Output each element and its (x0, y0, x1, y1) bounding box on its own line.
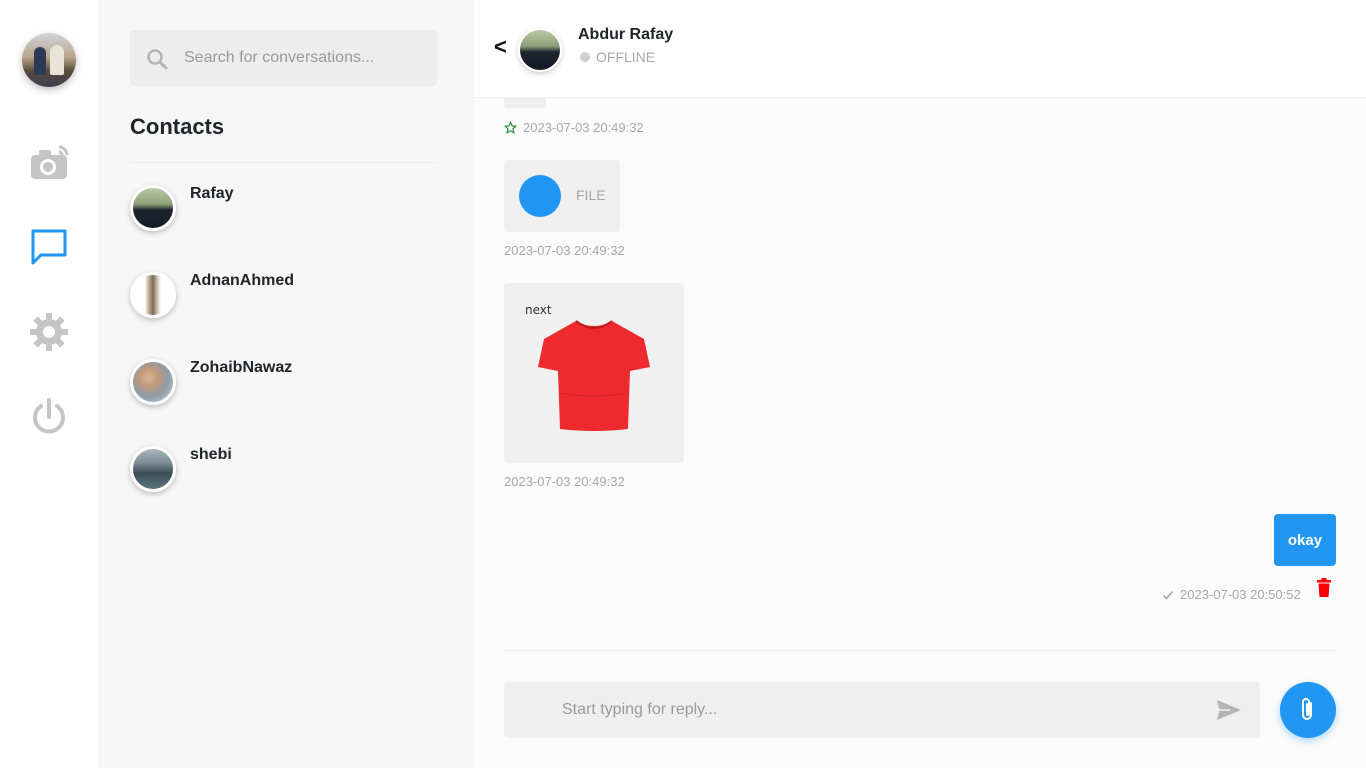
chat-panel: < Abdur Rafay OFFLINE 2023-07-03 20:49:3… (474, 0, 1366, 768)
message-timestamp: 2023-07-03 20:50:52 (1162, 587, 1301, 602)
reply-input[interactable] (562, 682, 1182, 738)
sent-message-bubble: okay (1274, 514, 1336, 566)
chat-contact-status: OFFLINE (580, 49, 655, 65)
avatar-figure (50, 45, 64, 75)
contact-avatar (130, 185, 176, 231)
divider (130, 162, 437, 163)
timestamp-text: 2023-07-03 20:50:52 (1180, 587, 1301, 602)
contact-item[interactable]: Rafay (130, 185, 437, 255)
gear-icon (30, 313, 68, 351)
message-timestamp: 2023-07-03 20:49:32 (504, 243, 625, 258)
contact-name: shebi (190, 446, 232, 463)
contact-name: AdnanAhmed (190, 272, 294, 289)
search-input[interactable] (184, 30, 424, 86)
reply-composer (504, 682, 1260, 738)
chat-header: < Abdur Rafay OFFLINE (474, 0, 1366, 98)
tshirt-image (538, 320, 650, 431)
contact-item[interactable]: AdnanAhmed (130, 272, 437, 342)
power-icon (33, 398, 65, 434)
attach-button[interactable] (1280, 682, 1336, 738)
nav-logout[interactable] (28, 396, 70, 438)
chat-contact-name: Abdur Rafay (578, 26, 674, 43)
left-nav-rail (0, 0, 98, 768)
star-icon (504, 121, 517, 134)
contact-item[interactable]: ZohaibNawaz (130, 359, 437, 429)
contacts-heading: Contacts (130, 114, 225, 139)
contact-avatar (130, 446, 176, 492)
message-timestamp: 2023-07-03 20:49:32 (504, 474, 625, 489)
search-icon (147, 49, 168, 70)
message-bubble (504, 98, 546, 108)
profile-avatar[interactable] (22, 33, 76, 87)
nav-chats[interactable] (28, 226, 70, 268)
contact-item[interactable]: shebi (130, 446, 437, 516)
chat-contact-avatar (518, 28, 562, 72)
camera-icon (31, 145, 69, 179)
nav-camera[interactable] (28, 142, 70, 184)
check-icon (1162, 590, 1174, 600)
timestamp-text: 2023-07-03 20:49:32 (504, 243, 625, 258)
send-icon[interactable] (1216, 699, 1242, 721)
contact-name: Rafay (190, 185, 234, 202)
image-message[interactable]: next (504, 283, 684, 463)
timestamp-text: 2023-07-03 20:49:32 (523, 120, 644, 135)
status-dot (580, 52, 590, 62)
chat-bubble-icon (31, 229, 67, 265)
divider (504, 650, 1336, 651)
search-bar (130, 30, 437, 86)
file-message[interactable]: FILE (504, 160, 620, 232)
status-text: OFFLINE (596, 49, 656, 65)
file-icon (519, 175, 561, 217)
back-button[interactable]: < (494, 34, 507, 60)
nav-settings[interactable] (28, 311, 70, 353)
paperclip-icon (1302, 698, 1312, 720)
contacts-panel: Contacts Rafay AdnanAhmed ZohaibNawaz sh… (98, 0, 474, 768)
file-label: FILE (576, 187, 606, 203)
delete-icon[interactable] (1316, 578, 1332, 598)
contact-name: ZohaibNawaz (190, 359, 293, 376)
timestamp-text: 2023-07-03 20:49:32 (504, 474, 625, 489)
contact-avatar (130, 272, 176, 318)
message-timestamp: 2023-07-03 20:49:32 (504, 120, 644, 135)
contact-avatar (130, 359, 176, 405)
avatar-figure (34, 47, 46, 75)
